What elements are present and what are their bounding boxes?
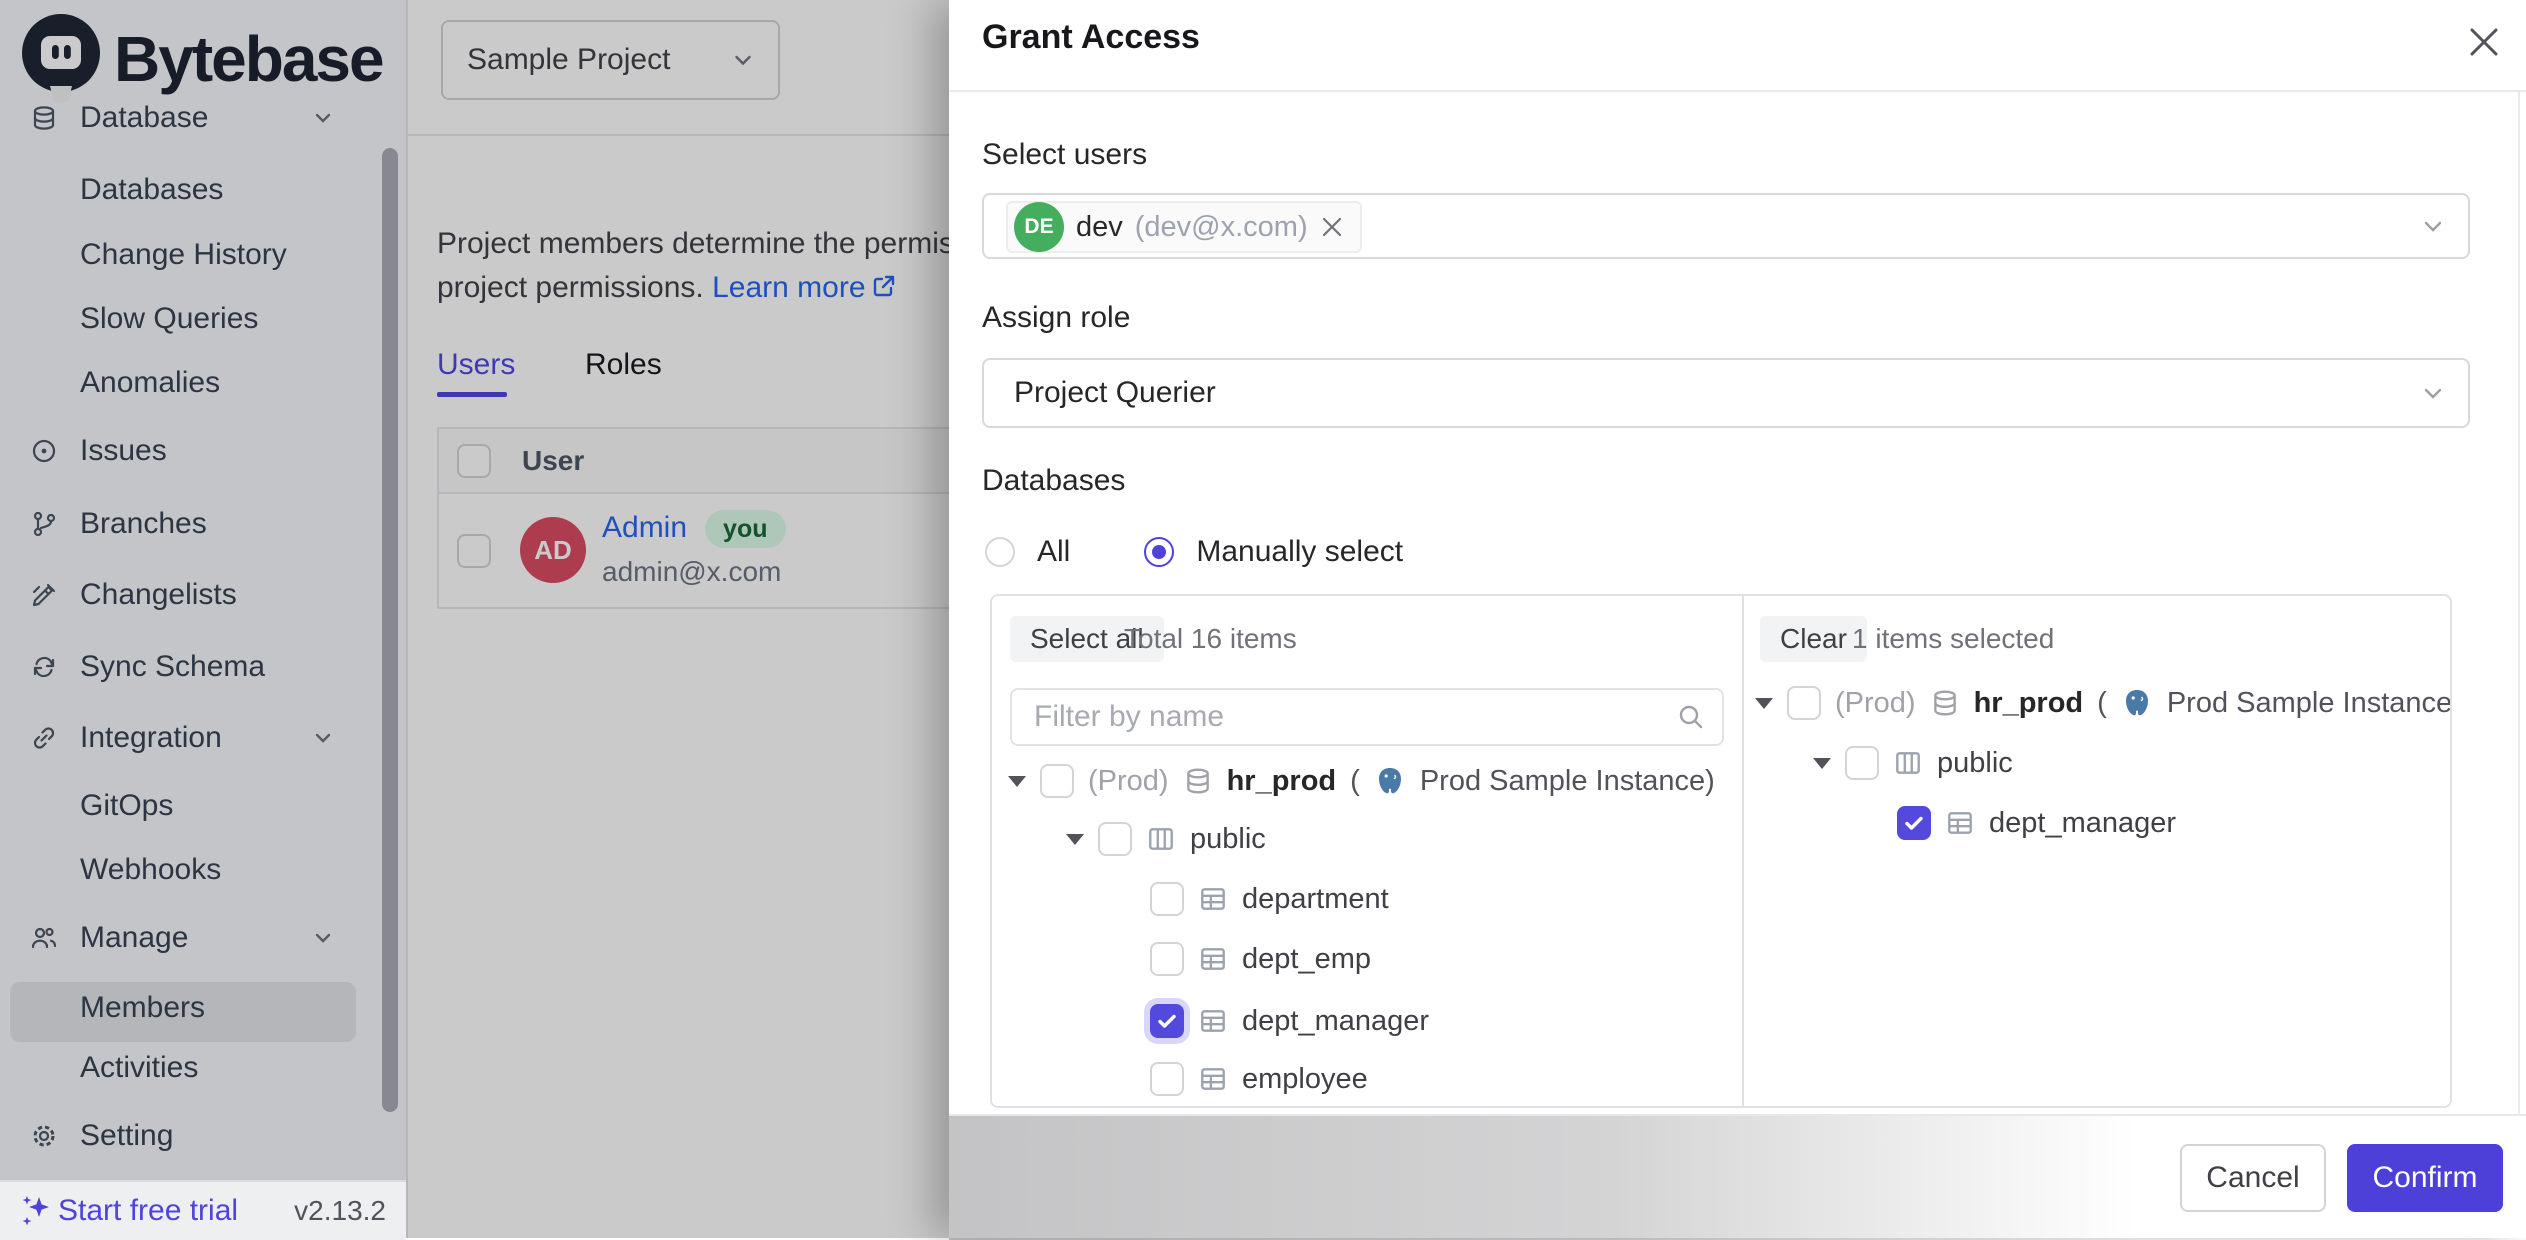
database-scope-radios: All Manually select — [985, 535, 1403, 569]
version-label: v2.13.2 — [294, 1195, 386, 1227]
tree-checkbox[interactable] — [1040, 764, 1074, 798]
role-select-value: Project Querier — [1014, 376, 1216, 410]
select-users-label: Select users — [982, 138, 1147, 172]
databases-label: Databases — [982, 464, 1125, 498]
start-free-trial-link[interactable]: Start free trial — [58, 1194, 238, 1228]
table-icon — [1198, 884, 1228, 914]
tree-checkbox-checked[interactable] — [1897, 806, 1931, 840]
quickstart-bar: Start free trial v2.13.2 — [0, 1180, 406, 1240]
tree-row-table[interactable]: dept_emp — [1150, 942, 1371, 976]
total-items-label: Total 16 items — [1124, 616, 1297, 662]
tree-checkbox[interactable] — [1787, 686, 1821, 720]
chevron-down-icon — [2418, 378, 2448, 408]
assign-role-label: Assign role — [982, 301, 1130, 335]
tree-checkbox-checked[interactable] — [1150, 1004, 1184, 1038]
chevron-down-icon — [2418, 211, 2448, 241]
schema-icon — [1893, 748, 1923, 778]
confirm-button[interactable]: Confirm — [2347, 1144, 2503, 1212]
clear-button[interactable]: Clear — [1760, 616, 1867, 662]
tree-row-database[interactable]: (Prod) hr_prod ( Prod Sample Instance) — [1008, 764, 1715, 798]
tree-checkbox[interactable] — [1150, 942, 1184, 976]
table-icon — [1198, 944, 1228, 974]
select-users-input[interactable]: DE dev (dev@x.com) — [982, 193, 2470, 259]
caret-down-icon[interactable] — [1755, 698, 1773, 709]
tree-row-table[interactable]: employee — [1150, 1062, 1368, 1096]
caret-down-icon[interactable] — [1813, 758, 1831, 769]
remove-user-icon[interactable] — [1320, 215, 1344, 239]
dialog-title: Grant Access — [982, 18, 1200, 57]
modal-backdrop[interactable] — [0, 0, 949, 1238]
tree-row-schema[interactable]: public — [1066, 822, 1266, 856]
footer-shadow — [949, 1116, 2269, 1240]
radio-manual-label: Manually select — [1196, 535, 1403, 569]
dialog-header-divider — [949, 90, 2526, 92]
table-icon — [1198, 1064, 1228, 1094]
close-icon[interactable] — [2464, 22, 2504, 62]
selected-count-label: 1 items selected — [1852, 616, 2054, 662]
avatar: DE — [1014, 202, 1064, 252]
panel-divider — [1742, 596, 1744, 1108]
table-icon — [1945, 808, 1975, 838]
search-icon — [1676, 702, 1706, 732]
tree-row-database[interactable]: (Prod) hr_prod ( Prod Sample Instance) — [1755, 686, 2452, 720]
role-select[interactable]: Project Querier — [982, 358, 2470, 428]
tree-checkbox[interactable] — [1845, 746, 1879, 780]
database-icon — [1930, 688, 1960, 718]
tree-checkbox[interactable] — [1150, 1062, 1184, 1096]
grant-access-dialog: Grant Access Select users DE dev (dev@x.… — [949, 0, 2526, 1238]
caret-down-icon[interactable] — [1066, 834, 1084, 845]
database-picker-panel: Select all Total 16 items (Prod) hr_prod… — [990, 594, 2452, 1108]
tree-row-table[interactable]: dept_manager — [1150, 1004, 1429, 1038]
dialog-scrollbar-gutter[interactable] — [2518, 92, 2520, 1114]
postgresql-icon — [1374, 765, 1406, 797]
radio-all[interactable] — [985, 537, 1015, 567]
caret-down-icon[interactable] — [1008, 776, 1026, 787]
tree-checkbox[interactable] — [1098, 822, 1132, 856]
tree-row-table[interactable]: department — [1150, 882, 1389, 916]
filter-input[interactable] — [1032, 699, 1676, 735]
table-icon — [1198, 1006, 1228, 1036]
schema-icon — [1146, 824, 1176, 854]
filter-input-wrap — [1010, 688, 1724, 746]
dialog-footer: Cancel Confirm — [949, 1114, 2526, 1238]
database-icon — [1183, 766, 1213, 796]
postgresql-icon — [2121, 687, 2153, 719]
tree-row-schema[interactable]: public — [1813, 746, 2013, 780]
radio-manually-select[interactable] — [1144, 537, 1174, 567]
cancel-button[interactable]: Cancel — [2180, 1144, 2326, 1212]
sparkle-icon — [22, 1195, 52, 1227]
tree-row-table[interactable]: dept_manager — [1897, 806, 2176, 840]
tree-checkbox[interactable] — [1150, 882, 1184, 916]
selected-user-chip: DE dev (dev@x.com) — [1006, 201, 1362, 253]
radio-all-label: All — [1037, 535, 1070, 569]
